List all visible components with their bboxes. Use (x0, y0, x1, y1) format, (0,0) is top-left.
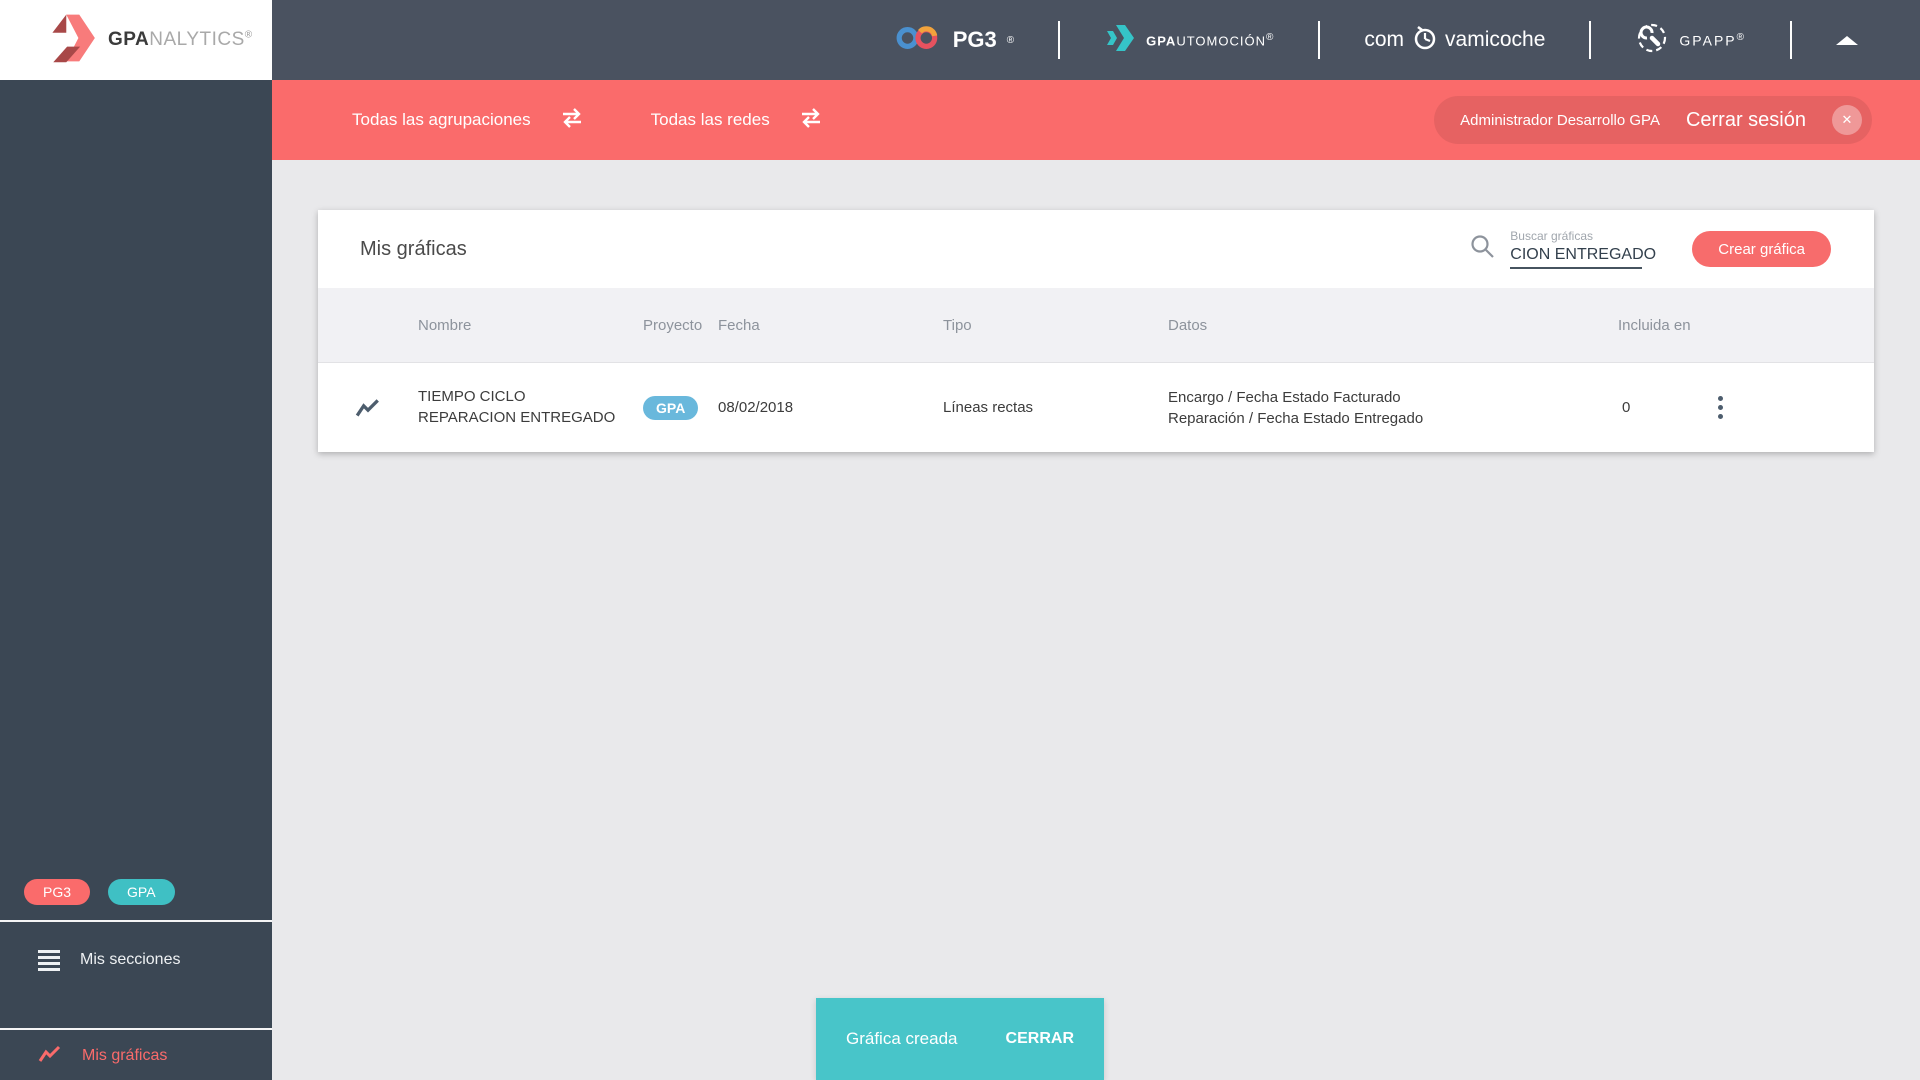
sidebar: PG3 GPA Mis secciones Mis gráficas (0, 80, 272, 1080)
current-user-label: Administrador Desarrollo GPA (1460, 111, 1660, 129)
chart-name: TIEMPO CICLO REPARACION ENTREGADO (418, 388, 616, 426)
toast-message: Gráfica creada (846, 1029, 958, 1048)
filter-bar: Todas las agrupaciones Todas las redes A… (272, 80, 1920, 160)
search-zone: Buscar gráficas CION ENTREGADO Crear grá… (1469, 229, 1831, 269)
gpautomocion-logo[interactable]: GPAUTOMOCIÓN® (1104, 22, 1274, 59)
column-header-datos: Datos (1168, 316, 1208, 334)
gpa-badge: GPA (108, 879, 175, 905)
pg3-badge: PG3 (24, 879, 91, 905)
topbar-separator (1318, 21, 1321, 59)
toast-notification: Gráfica creada CERRAR (816, 998, 1104, 1080)
column-header-incluida-en: Incluida en (1618, 316, 1691, 334)
search-input[interactable]: Buscar gráficas CION ENTREGADO (1510, 229, 1656, 269)
clock-icon (1411, 24, 1438, 56)
search-icon[interactable] (1469, 233, 1496, 265)
app-logo-wordmark: GPANALYTICS® (108, 29, 253, 50)
table-header: Nombre Proyecto Fecha Tipo Datos Incluid… (318, 288, 1874, 363)
chart-date: 08/02/2018 (718, 399, 794, 416)
column-header-proyecto: Proyecto (643, 316, 703, 334)
table-row[interactable]: TIEMPO CICLO REPARACION ENTREGADO GPA 08… (318, 363, 1874, 452)
topbar: PG3 ® GPAUTOMOCIÓN® com vamicoche GPAPP® (272, 0, 1920, 80)
session-chip: Administrador Desarrollo GPA Cerrar sesi… (1434, 96, 1872, 144)
gpautomocion-arrow-icon (1104, 22, 1136, 59)
pg3-infinity-icon (895, 24, 943, 57)
comyovamicoche-logo[interactable]: com vamicoche (1364, 24, 1545, 56)
logout-close-icon[interactable]: ✕ (1832, 105, 1862, 135)
app-logo: GPANALYTICS® (0, 0, 272, 80)
swap-icon[interactable] (557, 106, 587, 135)
page-title: Mis gráficas (360, 237, 467, 260)
sections-list-icon (38, 949, 60, 971)
included-in-count: 0 (1622, 399, 1631, 416)
pg3-logo[interactable]: PG3 ® (895, 24, 1014, 57)
swap-icon[interactable] (796, 106, 826, 135)
sidebar-divider (0, 1028, 272, 1030)
topbar-separator (1589, 21, 1592, 59)
search-input-label: Buscar gráficas (1510, 229, 1593, 243)
chart-line-icon (318, 398, 418, 418)
project-badge: GPA (643, 395, 699, 420)
sidebar-item-charts[interactable]: Mis gráficas (0, 1042, 272, 1070)
groupings-filter[interactable]: Todas las agrupaciones (352, 106, 587, 135)
topbar-separator (1058, 21, 1061, 59)
topbar-separator (1790, 21, 1792, 59)
wrench-circle-icon (1635, 21, 1669, 60)
logout-button[interactable]: Cerrar sesión (1686, 109, 1806, 132)
create-chart-button[interactable]: Crear gráfica (1692, 231, 1831, 267)
sidebar-divider (0, 920, 272, 922)
collapse-topbar-arrow-icon[interactable] (1836, 35, 1858, 45)
sidebar-item-sections[interactable]: Mis secciones (0, 946, 272, 974)
chart-line-icon (38, 1045, 62, 1068)
chart-type: Líneas rectas (943, 399, 1034, 416)
column-header-tipo: Tipo (943, 316, 972, 334)
column-header-fecha: Fecha (718, 316, 760, 334)
networks-filter[interactable]: Todas las redes (651, 106, 826, 135)
gpanalytics-arrow-icon (40, 12, 96, 69)
charts-card: Mis gráficas Buscar gráficas CION ENTREG… (318, 210, 1874, 452)
sidebar-badges: PG3 GPA (24, 879, 175, 905)
search-input-value: CION ENTREGADO (1510, 246, 1657, 263)
toast-close-button[interactable]: CERRAR (1006, 1030, 1074, 1048)
card-header: Mis gráficas Buscar gráficas CION ENTREG… (318, 210, 1874, 288)
gpapp-logo[interactable]: GPAPP® (1635, 21, 1746, 60)
row-menu-kebab-icon[interactable] (1718, 396, 1724, 419)
chart-data-fields: Encargo / Fecha Estado Facturado Reparac… (1168, 388, 1424, 427)
column-header-nombre: Nombre (418, 316, 472, 334)
